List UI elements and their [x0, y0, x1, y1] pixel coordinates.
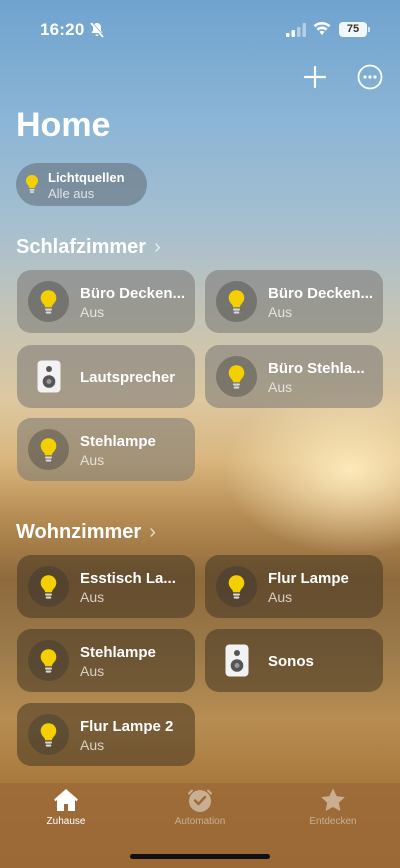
- room-name: Schlafzimmer: [16, 236, 147, 258]
- accessory-name: Büro Stehla...: [268, 360, 365, 377]
- accessory-state: Aus: [268, 589, 293, 605]
- accessory-tile[interactable]: Stehlampe Aus: [17, 418, 195, 481]
- page-title: Home: [16, 106, 111, 144]
- accessory-name: Flur Lampe 2: [80, 718, 174, 735]
- accessory-name: Büro Decken...: [80, 285, 186, 302]
- accessory-state: Aus: [80, 304, 105, 320]
- bulb-icon: [40, 438, 57, 462]
- bell-off-icon: [90, 22, 104, 38]
- speaker-icon: [225, 644, 249, 677]
- tab-automation[interactable]: Automation: [140, 787, 260, 827]
- bulb-icon: [228, 365, 245, 389]
- accessory-tile[interactable]: Büro Decken... Aus: [205, 270, 383, 333]
- accessory-tile[interactable]: Lautsprecher: [17, 345, 195, 408]
- bulb-icon: [40, 723, 57, 747]
- bulb-icon: [228, 290, 245, 314]
- accessory-name: Sonos: [268, 653, 314, 670]
- accessory-name: Lautsprecher: [80, 369, 176, 386]
- accessory-state: Aus: [80, 589, 105, 605]
- icon-circle: [28, 640, 69, 681]
- home-indicator[interactable]: [130, 854, 270, 859]
- accessory-state: Aus: [80, 663, 105, 679]
- tab-zuhause[interactable]: Zuhause: [6, 787, 126, 827]
- accessory-tile[interactable]: Flur Lampe Aus: [205, 555, 383, 618]
- battery-indicator: 75: [339, 22, 367, 37]
- bulb-icon: [40, 649, 57, 673]
- clock-check-icon: [188, 789, 212, 812]
- accessory-state: Aus: [268, 379, 293, 395]
- status-time: 16:20: [40, 20, 85, 39]
- accessory-name: Esstisch La...: [80, 570, 176, 587]
- accessory-state: Aus: [80, 452, 105, 468]
- room-header-wohnzimmer[interactable]: Wohnzimmer ›: [16, 521, 156, 544]
- accessory-state: Aus: [80, 737, 105, 753]
- accessory-state: Aus: [268, 304, 293, 320]
- accessory-name: Büro Decken...: [268, 285, 374, 302]
- status-bar: 16:20 75: [0, 0, 400, 54]
- bulb-icon: [228, 575, 245, 599]
- chevron-right-icon: ›: [149, 521, 156, 543]
- accessory-name: Stehlampe: [80, 644, 156, 661]
- bulb-icon: [40, 290, 57, 314]
- icon-circle: [28, 566, 69, 607]
- icon-circle: [28, 429, 69, 470]
- speaker-icon: [37, 360, 61, 393]
- room-name: Wohnzimmer: [16, 521, 142, 543]
- star-icon: [321, 788, 345, 811]
- tab-label: Entdecken: [309, 816, 357, 827]
- accessory-tile[interactable]: Esstisch La... Aus: [17, 555, 195, 618]
- accessory-tile[interactable]: Büro Stehla... Aus: [205, 345, 383, 408]
- accessory-tile[interactable]: Sonos: [205, 629, 383, 692]
- signal-icon: [286, 23, 306, 37]
- icon-circle: [216, 566, 257, 607]
- chip-title: Lichtquellen: [48, 170, 125, 185]
- icon-circle: [28, 281, 69, 322]
- icon-circle: [216, 356, 257, 397]
- chip-subtitle: Alle aus: [48, 186, 95, 201]
- accessory-tile[interactable]: Büro Decken... Aus: [17, 270, 195, 333]
- tab-label: Zuhause: [46, 816, 86, 827]
- house-icon: [54, 789, 78, 811]
- lights-summary-chip[interactable]: Lichtquellen Alle aus: [16, 163, 147, 206]
- icon-circle: [28, 714, 69, 755]
- tab-entdecken[interactable]: Entdecken: [273, 787, 393, 827]
- bulb-icon: [26, 175, 38, 193]
- more-options-button[interactable]: [357, 64, 383, 90]
- bulb-icon: [40, 575, 57, 599]
- wifi-icon: [313, 22, 331, 35]
- accessory-tile[interactable]: Stehlampe Aus: [17, 629, 195, 692]
- icon-circle: [216, 281, 257, 322]
- add-button[interactable]: [302, 64, 328, 90]
- accessory-name: Flur Lampe: [268, 570, 349, 587]
- tab-label: Automation: [174, 816, 226, 827]
- accessory-tile[interactable]: Flur Lampe 2 Aus: [17, 703, 195, 766]
- accessory-name: Stehlampe: [80, 433, 156, 450]
- room-header-schlafzimmer[interactable]: Schlafzimmer ›: [16, 236, 161, 259]
- battery-cap: [368, 27, 370, 32]
- chevron-right-icon: ›: [154, 236, 161, 258]
